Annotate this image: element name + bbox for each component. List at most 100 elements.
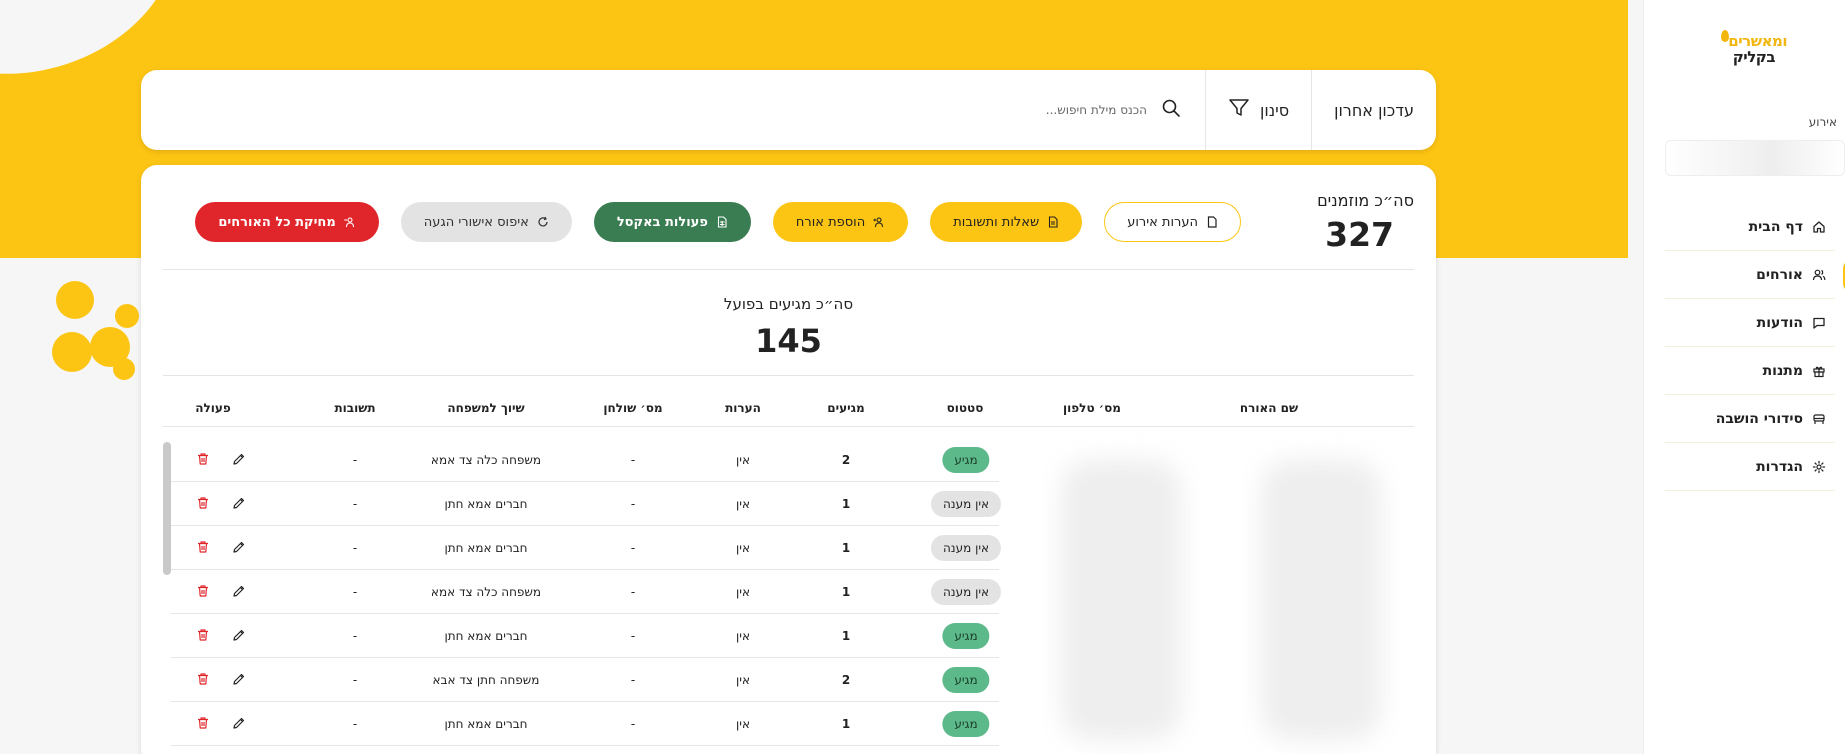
filter-icon [1228,97,1250,123]
sidebar-item-label: מתנות [1762,362,1803,379]
message-icon [1811,315,1827,331]
table-row[interactable]: אין מענה 1 אין - משפחה כלה צד אמא - [171,570,1002,614]
trash-icon[interactable] [195,495,211,511]
sidebar: ומאשרים בקליק אירוע דף הבית אורחים הודעו… [1643,0,1845,754]
table-number-cell: - [630,673,636,687]
total-invited-value: 327 [1325,215,1394,254]
edit-icon[interactable] [231,583,247,599]
family-cell: חברים אמא חתן [444,541,528,555]
arriving-count: 2 [841,453,851,467]
trash-icon[interactable] [195,583,211,599]
family-cell: חברים אמא חתן [444,629,528,643]
status-badge: אין מענה [930,579,1002,605]
last-update-sort[interactable]: עדכון אחרון [1311,70,1436,150]
users-icon [1811,267,1827,283]
total-invited-label: סה״כ מוזמנים [1317,191,1414,210]
notes-cell: אין [736,541,750,555]
qa-button[interactable]: שאלות ותשובות [930,202,1083,242]
gift-icon [1811,363,1827,379]
edit-icon[interactable] [231,671,247,687]
total-arrived-value: 145 [755,322,822,360]
document-icon [1047,216,1059,228]
trash-icon[interactable] [195,451,211,467]
arriving-count: 1 [841,585,851,599]
table-row[interactable]: אין מענה 1 אין - חברים אמא חתן - [171,482,1002,526]
sidebar-item-home[interactable]: דף הבית [1665,203,1835,251]
search-icon[interactable] [1161,98,1181,122]
event-notes-label: הערות אירוע [1127,214,1198,230]
sidebar-item-label: הודעות [1756,314,1803,331]
status-badge: אין מענה [930,535,1002,561]
answers-cell: - [352,629,358,643]
refresh-icon [537,216,549,228]
reset-rsvp-label: איפוס אישורי הגעה [423,214,529,230]
event-label: אירוע [1808,115,1837,129]
reset-rsvp-button[interactable]: איפוס אישורי הגעה [400,202,572,242]
sidebar-item-label: סידורי הושבה [1715,410,1803,427]
column-header-family[interactable]: שיוך למשפחה [447,401,524,415]
column-header-notes[interactable]: הערות [725,401,761,415]
decorative-bubble [52,332,92,372]
edit-icon[interactable] [231,451,247,467]
table-row[interactable]: מגיע 1 אין - חברים אמא חתן - [171,614,999,658]
answers-cell: - [352,717,358,731]
delete-all-guests-button[interactable]: מחיקת כל האורחים [195,202,379,242]
table-row[interactable]: אין מענה 1 אין - חברים אמא חתן - [171,526,1002,570]
family-cell: חברים אמא חתן [444,717,528,731]
notes-cell: אין [736,585,750,599]
column-header-answers[interactable]: תשובות [334,401,375,415]
decorative-bubble [56,281,94,319]
trash-icon[interactable] [195,671,211,687]
sidebar-item-seating[interactable]: סידורי הושבה [1665,395,1835,443]
table-row[interactable]: מגיע 2 אין - משפחה כלה צד אמא - [171,438,999,482]
arriving-count: 1 [841,497,851,511]
add-guest-button[interactable]: הוספת אורח [772,202,909,242]
trash-icon[interactable] [195,539,211,555]
table-number-cell: - [630,497,636,511]
table-number-cell: - [630,629,636,643]
spreadsheet-icon [716,216,728,228]
answers-cell: - [352,673,358,687]
event-select[interactable] [1665,140,1845,176]
excel-actions-button[interactable]: פעולות באקסל [593,202,751,242]
column-header-arriving[interactable]: מגיעים [827,401,864,415]
arriving-count: 1 [841,629,851,643]
arriving-count: 1 [841,717,851,731]
column-header-phone[interactable]: מס׳ טלפון [1063,401,1121,415]
edit-icon[interactable] [231,495,247,511]
trash-icon[interactable] [195,627,211,643]
table-scrollbar[interactable] [163,442,171,575]
seating-icon [1811,411,1827,427]
search-input[interactable] [946,103,1147,117]
sidebar-item-messages[interactable]: הודעות [1665,299,1835,347]
sidebar-item-guests[interactable]: אורחים [1665,251,1845,299]
column-header-status[interactable]: סטטוס [947,401,984,415]
column-header-table-number[interactable]: מס׳ שולחן [603,401,662,415]
filter-button[interactable]: סינון [1204,70,1311,150]
user-minus-icon [344,216,356,228]
edit-icon[interactable] [231,715,247,731]
search-area [141,98,1205,122]
trash-icon[interactable] [195,715,211,731]
status-badge: מגיע [942,447,990,473]
app-logo[interactable]: ומאשרים בקליק [1707,28,1787,68]
filter-label: סינון [1259,100,1290,120]
answers-cell: - [352,453,358,467]
excel-actions-label: פעולות באקסל [616,214,708,230]
sidebar-item-gifts[interactable]: מתנות [1665,347,1835,395]
column-header-name[interactable]: שם האורח [1240,401,1298,415]
event-notes-button[interactable]: הערות אירוע [1104,202,1241,242]
home-icon [1811,219,1827,235]
edit-icon[interactable] [231,539,247,555]
gear-icon [1811,459,1827,475]
sidebar-item-label: אורחים [1756,266,1803,283]
answers-cell: - [352,585,358,599]
answers-cell: - [352,541,358,555]
family-cell: משפחה כלה צד אמא [430,453,542,467]
family-cell: משפחה חתן צד אבא [432,673,540,687]
sidebar-item-settings[interactable]: הגדרות [1665,443,1835,491]
table-row[interactable]: מגיע 1 אין - חברים אמא חתן - [171,702,999,746]
edit-icon[interactable] [231,627,247,643]
file-icon [1206,216,1218,228]
table-row[interactable]: מגיע 2 אין - משפחה חתן צד אבא - [171,658,999,702]
